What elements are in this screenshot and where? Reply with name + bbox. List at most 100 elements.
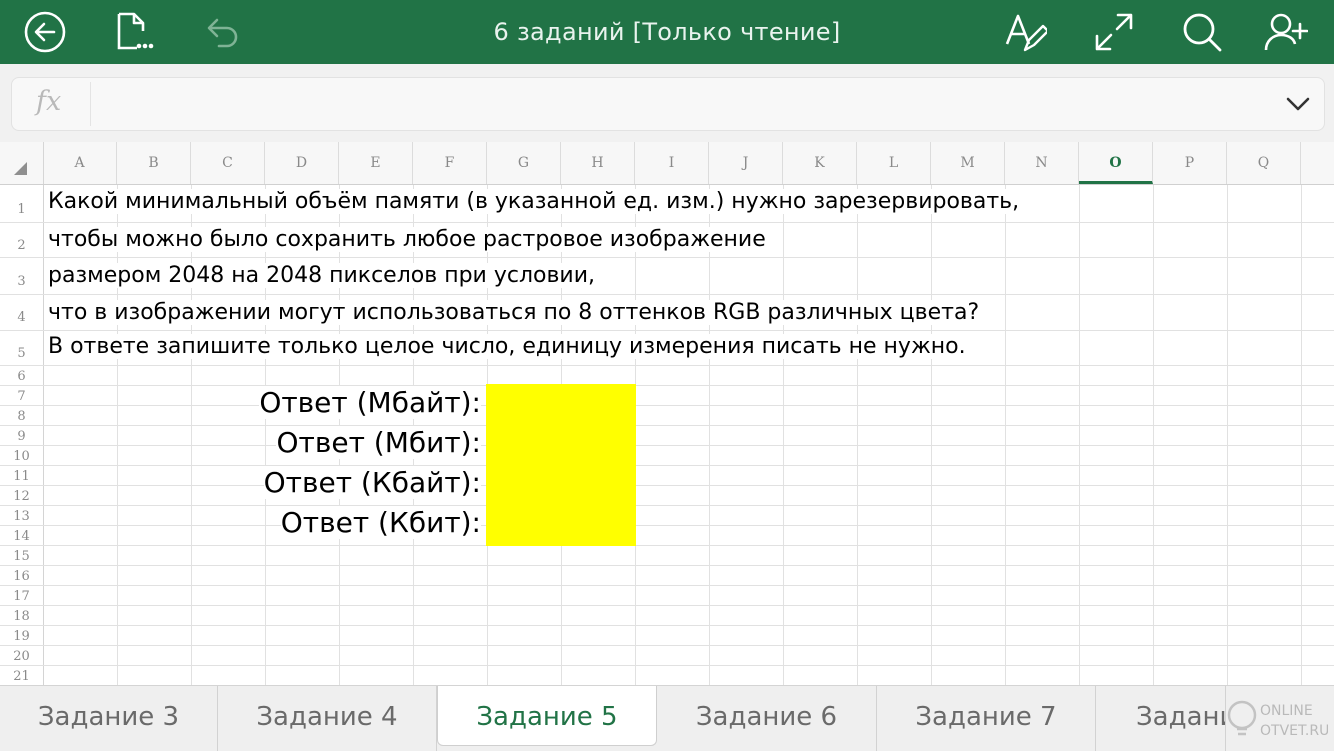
column-gridline (1079, 185, 1080, 685)
row-gridline (0, 505, 1334, 506)
column-gridline (1301, 185, 1302, 685)
row-gridline (0, 445, 1334, 446)
row-header-11[interactable]: 11 (0, 465, 43, 485)
row-header-21[interactable]: 21 (0, 665, 43, 685)
tab-zadanie-8[interactable]: Задание 8 (1096, 686, 1226, 751)
row-gridline (0, 257, 1334, 258)
file-menu-icon[interactable] (112, 10, 156, 54)
row-header-5[interactable]: 5 (0, 330, 43, 365)
tab-zadanie-3[interactable]: Задание 3 (0, 686, 218, 751)
column-header-n[interactable]: N (1005, 142, 1079, 184)
answer-cells-highlight[interactable] (486, 384, 636, 546)
column-header-o[interactable]: O (1079, 142, 1153, 184)
row-header-2[interactable]: 2 (0, 222, 43, 257)
row-gridline (0, 385, 1334, 386)
row-header-17[interactable]: 17 (0, 585, 43, 605)
row-gridline (0, 605, 1334, 606)
column-header-p[interactable]: P (1153, 142, 1227, 184)
column-gridline (191, 185, 192, 685)
question-line-4: что в изображении могут использоваться п… (48, 300, 986, 325)
row-gridline (0, 485, 1334, 486)
fx-label: fx (36, 86, 62, 117)
column-header-b[interactable]: B (117, 142, 191, 184)
row-gridline (0, 405, 1334, 406)
formula-bar[interactable]: fx (11, 77, 1325, 132)
row-gridline (0, 645, 1334, 646)
row-header-13[interactable]: 13 (0, 505, 43, 525)
undo-icon[interactable] (199, 10, 243, 54)
column-gridline (117, 185, 118, 685)
tab-zadanie-4[interactable]: Задание 4 (218, 686, 437, 751)
formula-area: fx (0, 64, 1334, 142)
row-gridline (0, 365, 1334, 366)
column-header-i[interactable]: I (635, 142, 709, 184)
chevron-down-icon[interactable] (1282, 88, 1314, 120)
row-header-9[interactable]: 9 (0, 425, 43, 445)
tab-zadanie-7[interactable]: Задание 7 (877, 686, 1096, 751)
formula-input[interactable] (102, 78, 1274, 132)
search-icon[interactable] (1180, 10, 1224, 54)
column-gridline (931, 185, 932, 685)
answer-label-mbit: Ответ (Мбит): (276, 426, 481, 459)
fullscreen-icon[interactable] (1092, 10, 1136, 54)
column-header-k[interactable]: K (783, 142, 857, 184)
sheet-tabs: Задание 3 Задание 4 Задание 5 Задание 6 … (0, 685, 1334, 751)
row-header-14[interactable]: 14 (0, 525, 43, 545)
row-header-divider (43, 185, 44, 685)
spreadsheet-grid[interactable]: 1 2 3 4 5 6 7 8 9 10 11 12 13 14 15 16 17 18 19 20 21 Какой … (0, 185, 1334, 685)
back-icon[interactable] (23, 10, 67, 54)
row-header-20[interactable]: 20 (0, 645, 43, 665)
row-gridline (0, 222, 1334, 223)
top-app-bar: 6 заданий [Только чтение] (0, 0, 1334, 64)
row-gridline (0, 330, 1334, 331)
row-gridline (0, 294, 1334, 295)
share-user-icon[interactable] (1264, 10, 1309, 54)
select-all-corner[interactable] (0, 142, 44, 184)
question-line-2: чтобы можно было сохранить любое растров… (48, 227, 772, 252)
column-gridline (1153, 185, 1154, 685)
row-header-3[interactable]: 3 (0, 257, 43, 294)
watermark-logo: ONLINE OTVET.RU (1224, 693, 1329, 745)
text-edit-icon[interactable] (1003, 10, 1050, 54)
row-header-8[interactable]: 8 (0, 405, 43, 425)
row-gridline (0, 625, 1334, 626)
column-header-g[interactable]: G (487, 142, 561, 184)
column-header-q[interactable]: Q (1227, 142, 1301, 184)
row-gridline (0, 465, 1334, 466)
row-gridline (0, 665, 1334, 666)
column-header: ABCDEFGHIJKLMNOPQ (0, 142, 1334, 185)
tab-zadanie-5[interactable]: Задание 5 (437, 686, 657, 746)
row-header-15[interactable]: 15 (0, 545, 43, 565)
column-header-e[interactable]: E (339, 142, 413, 184)
column-gridline (265, 185, 266, 685)
row-gridline (0, 545, 1334, 546)
column-header-c[interactable]: C (191, 142, 265, 184)
row-header-4[interactable]: 4 (0, 294, 43, 330)
column-header-a[interactable]: A (43, 142, 117, 184)
question-line-1: Какой минимальный объём памяти (в указан… (48, 189, 1026, 214)
row-header-16[interactable]: 16 (0, 565, 43, 585)
column-header-h[interactable]: H (561, 142, 635, 184)
column-header-j[interactable]: J (709, 142, 783, 184)
question-line-5: В ответе запишите только целое число, ед… (48, 334, 972, 359)
row-header-1[interactable]: 1 (0, 185, 43, 222)
row-header-12[interactable]: 12 (0, 485, 43, 505)
column-header-f[interactable]: F (413, 142, 487, 184)
column-header-m[interactable]: M (931, 142, 1005, 184)
column-gridline (783, 185, 784, 685)
watermark-line1: ONLINE (1260, 703, 1313, 719)
column-header-l[interactable]: L (857, 142, 931, 184)
answer-label-kbit: Ответ (Кбит): (280, 506, 481, 539)
answer-label-kbyte: Ответ (Кбайт): (263, 466, 481, 499)
column-gridline (1005, 185, 1006, 685)
row-header-19[interactable]: 19 (0, 625, 43, 645)
column-header-d[interactable]: D (265, 142, 339, 184)
row-header-10[interactable]: 10 (0, 445, 43, 465)
row-header-6[interactable]: 6 (0, 365, 43, 385)
formula-divider (90, 82, 91, 126)
row-gridline (0, 425, 1334, 426)
row-header-18[interactable]: 18 (0, 605, 43, 625)
tab-zadanie-6[interactable]: Задание 6 (657, 686, 877, 751)
row-header-7[interactable]: 7 (0, 385, 43, 405)
answer-label-mbyte: Ответ (Мбайт): (259, 386, 481, 419)
